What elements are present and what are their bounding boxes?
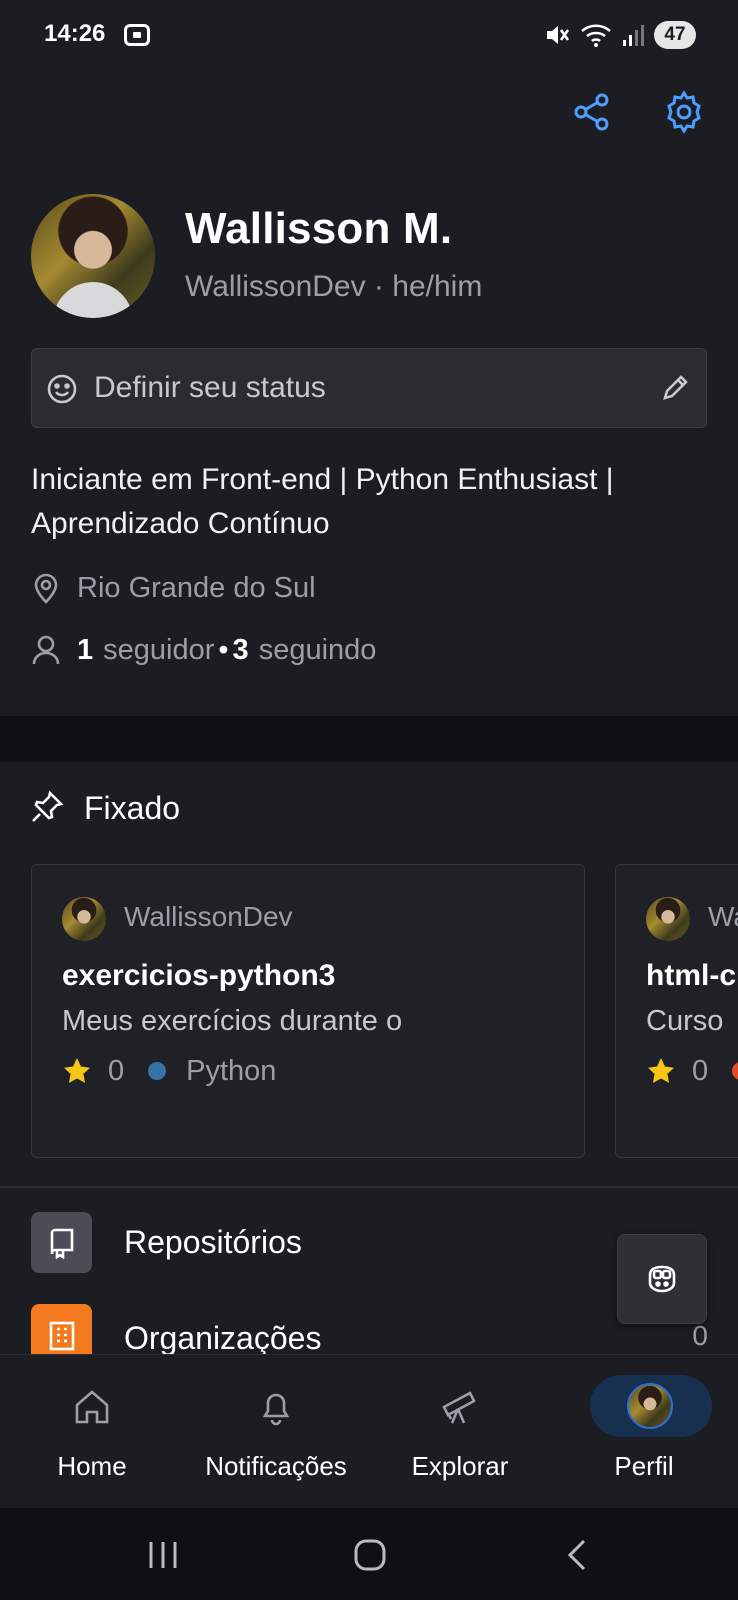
language-color-dot: [148, 1062, 167, 1080]
pinned-section: Fixado WallissonDev exercicios-python3 M…: [0, 762, 738, 1186]
recent-apps-button[interactable]: [138, 1530, 188, 1580]
system-navigation-bar: [0, 1508, 738, 1600]
repo-owner: Wa: [708, 901, 738, 932]
pinned-title: Fixado: [84, 790, 181, 826]
mute-icon: [547, 26, 570, 44]
separator-dot: •: [218, 633, 229, 666]
tab-label: Perfil: [614, 1451, 674, 1481]
star-icon: [648, 1058, 674, 1083]
repo-language: Python: [186, 1054, 277, 1087]
following-label: seguindo: [258, 633, 377, 666]
share-button[interactable]: [568, 88, 616, 136]
star-count: 0: [108, 1054, 125, 1087]
settings-button[interactable]: [660, 88, 708, 136]
avatar: [627, 1383, 673, 1429]
profile-handle: WallissonDev · he/him: [185, 270, 483, 303]
profile-bio: Iniciante em Front-end | Python Enthusia…: [31, 463, 614, 540]
location-pin-icon: [34, 573, 58, 604]
section-divider: [0, 716, 738, 762]
copilot-button[interactable]: [617, 1234, 707, 1324]
profile-name: Wallisson M.: [185, 204, 453, 253]
signal-icon: [623, 25, 644, 46]
tab-label: Notificações: [205, 1451, 347, 1481]
list-item-label: Organizações: [124, 1320, 322, 1354]
status-time: 14:26: [44, 20, 106, 47]
bottom-navigation: Home Notificações Explorar Perfil: [0, 1354, 738, 1508]
pinned-repo-card[interactable]: WallissonDev exercicios-python3 Meus exe…: [31, 864, 585, 1158]
home-icon: [68, 1383, 116, 1431]
screenshot-icon: [124, 24, 150, 46]
star-icon: [64, 1058, 90, 1083]
status-bar: 14:26 47: [0, 0, 738, 72]
share-icon: [574, 93, 609, 131]
tab-explore[interactable]: Explorar: [368, 1355, 552, 1509]
back-button[interactable]: [552, 1530, 602, 1580]
repo-name: html-c: [646, 959, 736, 992]
telescope-icon: [436, 1383, 484, 1431]
chevron-left-icon: [567, 1539, 586, 1571]
tab-profile[interactable]: Perfil: [552, 1355, 736, 1509]
followers-label: seguidor: [103, 633, 215, 666]
location-row: Rio Grande do Sul: [31, 568, 316, 608]
wifi-icon: [581, 24, 611, 47]
tab-label: Home: [57, 1451, 127, 1481]
tab-notifications[interactable]: Notificações: [184, 1355, 368, 1509]
repo-description: Curso: [646, 1005, 724, 1037]
followers-row[interactable]: 1 seguidor • 3 seguindo: [31, 630, 376, 670]
avatar: [646, 897, 690, 941]
battery-indicator: 47: [654, 21, 696, 49]
language-color-dot: [732, 1062, 738, 1080]
copilot-icon: [648, 1265, 676, 1293]
list-item-label: Repositórios: [124, 1224, 302, 1260]
repo-description: Meus exercícios durante o: [62, 1005, 403, 1037]
bell-icon: [252, 1383, 300, 1431]
smiley-icon: [47, 374, 77, 404]
recents-icon: [149, 1542, 177, 1568]
pin-icon: [32, 790, 64, 822]
status-placeholder: Definir seu status: [94, 371, 326, 404]
tab-home[interactable]: Home: [0, 1355, 184, 1509]
avatar: [62, 897, 106, 941]
home-circle-icon: [354, 1539, 386, 1571]
repo-stats: 0: [646, 1051, 738, 1091]
location-text: Rio Grande do Sul: [77, 571, 316, 604]
following-count: 3: [232, 633, 249, 666]
top-bar: [0, 72, 738, 162]
tab-label: Explorar: [411, 1451, 509, 1481]
set-status-button[interactable]: Definir seu status: [31, 348, 707, 428]
repo-name: exercicios-python3: [62, 959, 336, 992]
followers-count: 1: [77, 633, 94, 666]
pinned-repo-card[interactable]: Wa html-c Curso 0: [615, 864, 738, 1158]
gear-icon: [667, 90, 701, 134]
repo-stats: 0 Python: [62, 1051, 276, 1091]
home-system-button[interactable]: [345, 1530, 395, 1580]
list-item-count: 0: [692, 1320, 708, 1351]
repo-icon: [31, 1212, 92, 1273]
profile-section: Wallisson M. WallissonDev · he/him Defin…: [0, 162, 738, 716]
status-icons: 47: [544, 20, 696, 50]
pencil-icon: [663, 375, 688, 400]
repo-owner: WallissonDev: [124, 901, 293, 932]
person-icon: [32, 635, 60, 665]
avatar: [31, 194, 155, 318]
star-count: 0: [692, 1054, 709, 1087]
organization-icon: [31, 1304, 92, 1354]
